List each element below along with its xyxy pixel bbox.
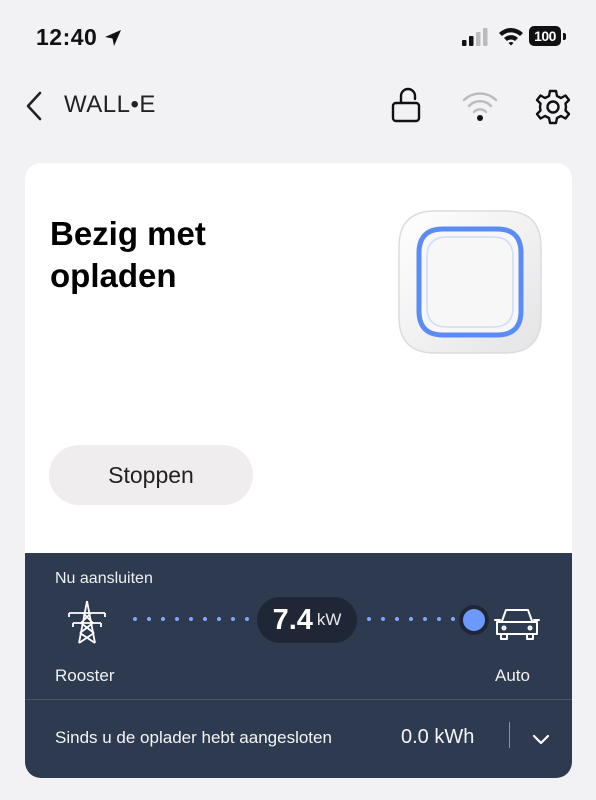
energy-label: Sinds u de oplader hebt aangesloten [55,728,332,747]
car-icon [494,609,540,640]
charging-status-heading: Bezig met opladen [50,215,206,294]
nav-bar: WALL•E [0,76,596,136]
stop-charging-button[interactable]: Stoppen [49,445,253,505]
power-value: 7.4 [272,604,313,636]
power-flow-panel: Nu aansluiten Rooster 7.4 kW Auto Sinds … [25,553,572,778]
row-separator [509,722,510,748]
gear-icon[interactable] [534,88,572,126]
connection-indicator [463,609,485,631]
power-grid-icon [68,600,106,644]
energy-summary-row[interactable]: Sinds u de oplader hebt aangesloten 0.0 … [25,700,572,778]
car-label: Auto [495,666,530,685]
charger-device-image [398,210,542,354]
charging-power-readout: 7.4 kW [257,597,357,643]
lock-open-icon[interactable] [388,86,424,126]
wifi-icon[interactable] [460,88,500,124]
battery-icon: 100 [529,26,567,48]
power-unit: kW [316,610,342,629]
chevron-down-icon[interactable] [528,726,554,752]
energy-value: 0.0 kWh [401,726,475,748]
location-arrow-icon [105,30,121,46]
wifi-icon [499,28,523,46]
charger-status-card: Bezig met opladen Stoppen Nu aansluiten [25,163,572,778]
cellular-signal-icon [462,28,488,46]
status-bar: 12:40 100 [0,0,596,76]
status-time: 12:40 [36,24,98,50]
connection-label: Nu aansluiten [55,570,153,587]
device-title: WALL•E [64,91,156,118]
battery-level: 100 [529,26,561,46]
grid-label: Rooster [55,666,115,685]
chevron-left-icon[interactable] [20,88,50,124]
